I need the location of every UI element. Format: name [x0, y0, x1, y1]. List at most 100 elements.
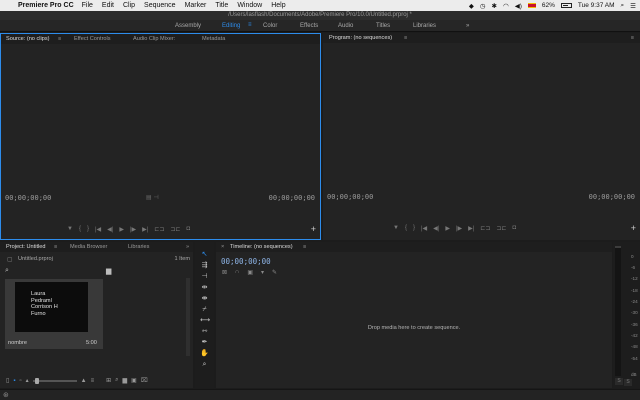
- bluetooth-icon[interactable]: ✱: [492, 2, 497, 10]
- timeline-tab-menu-icon[interactable]: ≡: [303, 244, 306, 250]
- zoom-large-icon[interactable]: ▲: [81, 378, 87, 384]
- source-monitor-panel[interactable]: Source: (no clips) ≡ Effect Controls Aud…: [0, 33, 321, 240]
- program-panel-menu-icon[interactable]: ≡: [631, 35, 634, 41]
- zoom-small-icon[interactable]: ▴: [26, 377, 29, 384]
- step-back-icon[interactable]: ◀|: [433, 225, 439, 232]
- dropbox-icon[interactable]: ◆: [469, 2, 474, 10]
- track-select-tool-icon[interactable]: ⇶: [200, 261, 209, 270]
- mark-in-icon[interactable]: {: [405, 225, 407, 232]
- clock[interactable]: Tue 9:37 AM: [578, 2, 615, 9]
- menu-sequence[interactable]: Sequence: [144, 2, 176, 9]
- workspace-menu-icon[interactable]: ≡: [248, 22, 252, 28]
- razor-tool-icon[interactable]: ⌿: [200, 305, 209, 314]
- source-drag-video-icon[interactable]: ▤ ⊣: [146, 194, 159, 201]
- overwrite-icon[interactable]: ⊐⊏: [170, 226, 180, 233]
- clock-status-icon[interactable]: ◷: [480, 2, 486, 10]
- program-button-editor[interactable]: +: [631, 223, 636, 233]
- new-bin-icon[interactable]: ▆: [122, 377, 127, 384]
- tab-timeline[interactable]: Timeline: (no sequences): [230, 244, 293, 250]
- workspace-editing[interactable]: Editing: [222, 23, 240, 29]
- timeline-close-icon[interactable]: ×: [221, 244, 224, 250]
- go-to-in-icon[interactable]: |◀: [95, 226, 101, 233]
- solo-button[interactable]: S: [615, 378, 623, 385]
- insert-icon[interactable]: ⊏⊐: [154, 226, 164, 233]
- solo-button[interactable]: S: [624, 379, 632, 386]
- tab-media-browser[interactable]: Media Browser: [70, 244, 107, 250]
- menu-clip[interactable]: Clip: [123, 2, 135, 9]
- menu-edit[interactable]: Edit: [102, 2, 114, 9]
- sort-icon[interactable]: ≡: [91, 378, 95, 384]
- mark-out-icon[interactable]: }: [413, 225, 415, 232]
- workspace-libraries[interactable]: Libraries: [413, 23, 436, 29]
- workspace-audio[interactable]: Audio: [338, 23, 353, 29]
- status-info-icon[interactable]: ⊛: [3, 391, 9, 399]
- ripple-edit-tool-icon[interactable]: ⊣: [200, 272, 209, 281]
- trash-icon[interactable]: ⌧: [141, 377, 148, 384]
- program-timecode-current[interactable]: 00;00;00;00: [327, 193, 373, 201]
- volume-icon[interactable]: ◀): [515, 2, 522, 10]
- wifi-icon[interactable]: ◠: [503, 2, 509, 10]
- list-view-icon[interactable]: ▪: [13, 378, 15, 384]
- zoom-slider[interactable]: [32, 377, 77, 384]
- battery-icon[interactable]: [560, 3, 572, 8]
- selection-tool-icon[interactable]: ↖: [200, 250, 209, 259]
- tab-project[interactable]: Project: Untitled: [6, 244, 45, 250]
- export-frame-icon[interactable]: ◘: [186, 226, 190, 233]
- notification-icon[interactable]: ☰: [630, 2, 636, 10]
- project-scrollbar[interactable]: [186, 278, 190, 356]
- zoom-tool-icon[interactable]: ⌕: [200, 360, 209, 369]
- source-tab-menu-icon[interactable]: ≡: [58, 36, 61, 42]
- menu-help[interactable]: Help: [271, 2, 285, 9]
- timeline-settings-icon[interactable]: ✎: [272, 269, 277, 276]
- mark-in-icon[interactable]: {: [79, 226, 81, 233]
- app-name-menu[interactable]: Premiere Pro CC: [18, 2, 74, 9]
- search-icon[interactable]: ⌕: [621, 2, 625, 10]
- slip-tool-icon[interactable]: ⟷: [200, 316, 210, 325]
- timeline-timecode[interactable]: 00;00;00;00: [221, 257, 271, 266]
- search-icon[interactable]: ⌕: [5, 267, 9, 275]
- program-tab-menu-icon[interactable]: ≡: [404, 35, 407, 41]
- play-icon[interactable]: ▶: [119, 226, 124, 233]
- add-marker-icon[interactable]: ▼: [393, 225, 399, 232]
- automate-icon[interactable]: ⊞: [106, 377, 111, 384]
- add-marker-icon[interactable]: ▼: [67, 226, 73, 233]
- menu-title[interactable]: Title: [215, 2, 228, 9]
- flag-icon[interactable]: [527, 3, 536, 8]
- find-icon[interactable]: ⌕: [115, 377, 118, 384]
- nest-icon[interactable]: ⊠: [222, 269, 227, 276]
- extract-icon[interactable]: ⊐⊏: [496, 225, 506, 232]
- lock-icon[interactable]: ▯: [6, 377, 9, 384]
- menu-window[interactable]: Window: [237, 2, 262, 9]
- workspace-titles[interactable]: Titles: [376, 23, 390, 29]
- icon-view-icon[interactable]: ▫: [19, 378, 21, 384]
- tab-effect-controls[interactable]: Effect Controls: [74, 36, 111, 42]
- tab-metadata[interactable]: Metadata: [202, 36, 225, 42]
- step-forward-icon[interactable]: |▶: [456, 225, 462, 232]
- clip-name[interactable]: nombre: [8, 340, 27, 346]
- workspace-color[interactable]: Color: [263, 23, 277, 29]
- snap-icon[interactable]: ∩: [235, 269, 239, 276]
- tab-audio-clip-mixer[interactable]: Audio Clip Mixer:: [133, 36, 175, 42]
- lift-icon[interactable]: ⊏⊐: [480, 225, 490, 232]
- tab-program[interactable]: Program: (no sequences): [329, 35, 392, 41]
- program-monitor-panel[interactable]: Program: (no sequences) ≡ ≡ 00;00;00;00 …: [323, 33, 640, 240]
- timeline-panel[interactable]: × Timeline: (no sequences) ≡ 00;00;00;00…: [216, 242, 612, 388]
- new-item-icon[interactable]: ▣: [131, 377, 137, 384]
- tab-source[interactable]: Source: (no clips): [6, 36, 50, 42]
- menu-file[interactable]: File: [82, 2, 93, 9]
- add-marker-icon[interactable]: ▾: [261, 269, 264, 276]
- slide-tool-icon[interactable]: ⇿: [200, 327, 209, 336]
- tab-libraries[interactable]: Libraries: [128, 244, 149, 250]
- play-icon[interactable]: ▶: [445, 225, 450, 232]
- workspace-overflow[interactable]: »: [466, 23, 469, 29]
- project-tabs-overflow[interactable]: »: [186, 244, 189, 250]
- hand-tool-icon[interactable]: ✋: [200, 349, 209, 358]
- menu-marker[interactable]: Marker: [185, 2, 207, 9]
- linked-selection-icon[interactable]: ▣: [247, 269, 253, 276]
- source-timecode-current[interactable]: 00;00;00;00: [5, 194, 51, 202]
- project-tab-menu-icon[interactable]: ≡: [54, 244, 57, 250]
- step-forward-icon[interactable]: |▶: [130, 226, 136, 233]
- pen-tool-icon[interactable]: ✒: [200, 338, 209, 347]
- step-back-icon[interactable]: ◀|: [107, 226, 113, 233]
- go-to-out-icon[interactable]: ▶|: [142, 226, 148, 233]
